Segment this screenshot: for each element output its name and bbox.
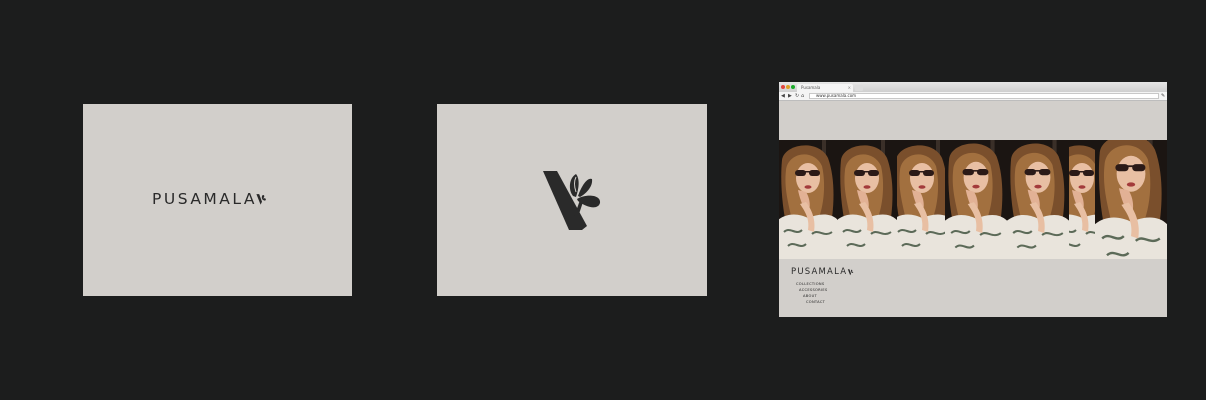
browser-tabbar: Pusamala × [779,82,1167,92]
hero-photo [897,140,947,259]
site-logo[interactable]: PUSAMALA [791,267,855,277]
address-bar[interactable]: www.pusamala.com [809,93,1159,99]
maximize-window-icon[interactable] [791,85,795,89]
browser-tab[interactable]: Pusamala × [797,84,853,92]
hero-photo [945,140,1007,259]
hero-photo [779,140,837,259]
wordmark-card: PUSAMALA [83,104,352,296]
back-arrow-icon[interactable]: ◀ [781,93,785,99]
address-bar-url: www.pusamala.com [816,93,857,98]
nav-contact[interactable]: CONTACT [806,300,825,305]
minimize-window-icon[interactable] [786,85,790,89]
brand-wordmark: PUSAMALA [152,190,269,208]
hero-photo [837,140,897,259]
monogram-card [437,104,707,296]
hero-photo-strip [779,140,1167,259]
home-icon[interactable]: ⌂ [801,93,804,99]
brand-wordmark-text: PUSAMALA [152,190,257,208]
v-butterfly-monogram [848,269,854,276]
nav-accessories[interactable]: ACCESSORIES [799,288,827,293]
wrench-icon[interactable]: ✎ [1161,93,1165,99]
new-tab-button[interactable] [855,85,863,91]
hero-photo [1095,140,1167,259]
close-window-icon[interactable] [781,85,785,89]
browser-toolbar: ◀ ▶ ↻ ⌂ www.pusamala.com ✎ [779,92,1167,101]
tab-close-icon[interactable]: × [848,84,851,92]
nav-about[interactable]: ABOUT [803,294,817,299]
site-logo-text: PUSAMALA [791,267,848,277]
browser-tab-title: Pusamala [801,85,821,90]
forward-arrow-icon[interactable]: ▶ [788,93,792,99]
nav-collections[interactable]: COLLECTIONS [796,282,824,287]
reload-icon[interactable]: ↻ [795,93,799,99]
browser-mockup: Pusamala × ◀ ▶ ↻ ⌂ www.pusamala.com ✎ PU… [779,82,1167,317]
v-butterfly-monogram [256,194,266,205]
hero-photo [1007,140,1069,259]
hero-photo [1069,140,1095,259]
v-butterfly-monogram [543,171,601,230]
